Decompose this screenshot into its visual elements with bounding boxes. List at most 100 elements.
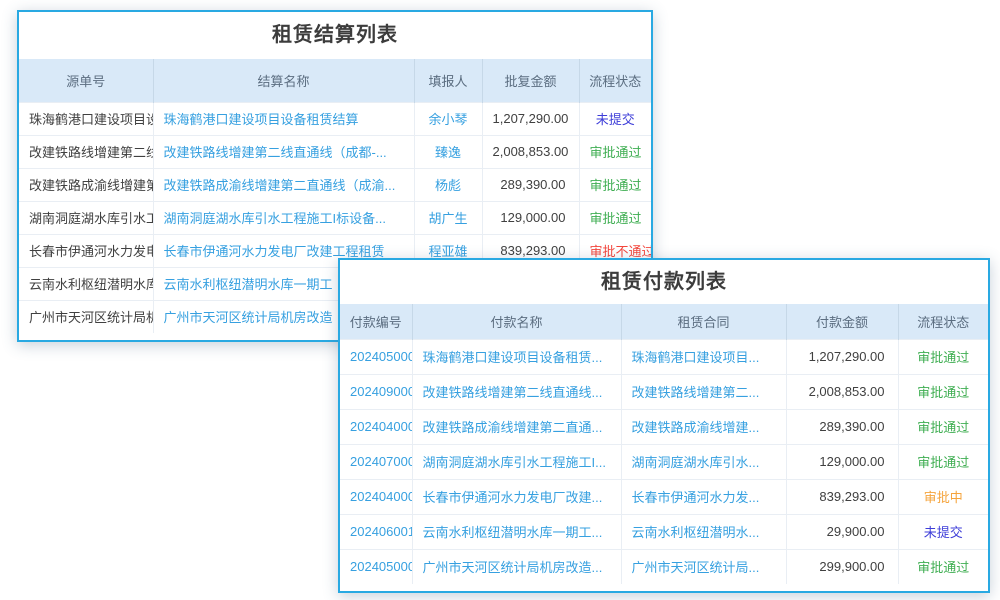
table-row: 2024070009 湖南洞庭湖水库引水工程施工I... 湖南洞庭湖水库引水... 1…: [340, 444, 988, 479]
cell-filler: 胡广生: [414, 201, 482, 234]
cell-payment-no: 2024050008: [340, 339, 412, 374]
settlement-table-head: 源单号结算名称填报人批复金额流程状态: [19, 59, 651, 102]
header-row: 付款编号付款名称租赁合同付款金额流程状态: [340, 304, 988, 339]
payment-no-link[interactable]: 2024040006: [350, 489, 412, 504]
cell-payment-name: 云南水利枢纽潜明水库一期工...: [412, 514, 621, 549]
payment-name-link[interactable]: 湖南洞庭湖水库引水工程施工I...: [423, 455, 606, 470]
settlement-name-link[interactable]: 珠海鹤港口建设项目设备租赁结算: [164, 112, 359, 127]
cell-payment-amount: 839,293.00: [786, 479, 898, 514]
lease-contract-link[interactable]: 湖南洞庭湖水库引水...: [632, 455, 760, 470]
settlement-name-link[interactable]: 湖南洞庭湖水库引水工程施工I标设备...: [164, 211, 386, 226]
cell-settlement-name: 珠海鹤港口建设项目设备租赁结算: [153, 102, 414, 135]
cell-source-no: 云南水利枢纽潜明水库一...: [19, 267, 153, 300]
payment-no-link[interactable]: 2024050008: [350, 349, 412, 364]
settlement-name-link[interactable]: 改建铁路成渝线增建第二直通线（成渝...: [164, 178, 396, 193]
cell-payment-amount: 129,000.00: [786, 444, 898, 479]
payment-no-link[interactable]: 2024090003: [350, 384, 412, 399]
cell-lease-contract: 长春市伊通河水力发...: [621, 479, 786, 514]
cell-lease-contract: 改建铁路成渝线增建...: [621, 409, 786, 444]
cell-payment-no: 2024040007: [340, 409, 412, 444]
table-row: 2024040006 长春市伊通河水力发电厂改建... 长春市伊通河水力发... 83…: [340, 479, 988, 514]
cell-flow-status: 审批通过: [898, 339, 988, 374]
cell-lease-contract: 珠海鹤港口建设项目...: [621, 339, 786, 374]
column-header-payment-no: 付款编号: [340, 304, 412, 339]
cell-payment-amount: 29,900.00: [786, 514, 898, 549]
cell-approved-amount: 1,207,290.00: [482, 102, 579, 135]
cell-source-no: 广州市天河区统计局机房...: [19, 300, 153, 333]
cell-lease-contract: 改建铁路线增建第二...: [621, 374, 786, 409]
filler-link[interactable]: 程亚雄: [428, 244, 467, 259]
lease-contract-link[interactable]: 云南水利枢纽潜明水...: [632, 525, 760, 540]
column-header-settlement-name: 结算名称: [153, 59, 414, 102]
filler-link[interactable]: 杨彪: [435, 178, 461, 193]
cell-flow-status: 审批通过: [579, 201, 651, 234]
header-row: 源单号结算名称填报人批复金额流程状态: [19, 59, 651, 102]
cell-flow-status: 审批通过: [579, 168, 651, 201]
table-row: 改建铁路线增建第二线直... 改建铁路线增建第二线直通线（成都-... 臻逸 2,00…: [19, 135, 651, 168]
cell-payment-name: 长春市伊通河水力发电厂改建...: [412, 479, 621, 514]
cell-flow-status: 审批通过: [898, 409, 988, 444]
cell-filler: 臻逸: [414, 135, 482, 168]
lease-contract-link[interactable]: 珠海鹤港口建设项目...: [632, 350, 760, 365]
filler-link[interactable]: 胡广生: [428, 211, 467, 226]
cell-payment-name: 珠海鹤港口建设项目设备租赁...: [412, 339, 621, 374]
payment-table: 付款编号付款名称租赁合同付款金额流程状态 2024050008 珠海鹤港口建设项目…: [340, 304, 988, 584]
lease-contract-link[interactable]: 改建铁路线增建第二...: [632, 385, 760, 400]
cell-approved-amount: 289,390.00: [482, 168, 579, 201]
payment-table-body: 2024050008 珠海鹤港口建设项目设备租赁... 珠海鹤港口建设项目... 1,…: [340, 339, 988, 584]
cell-lease-contract: 湖南洞庭湖水库引水...: [621, 444, 786, 479]
settlement-name-link[interactable]: 长春市伊通河水力发电厂改建工程租赁: [164, 244, 385, 259]
cell-lease-contract: 广州市天河区统计局...: [621, 549, 786, 584]
cell-payment-no: 2024050007: [340, 549, 412, 584]
cell-source-no: 珠海鹤港口建设项目设备...: [19, 102, 153, 135]
cell-payment-amount: 299,900.00: [786, 549, 898, 584]
cell-payment-amount: 2,008,853.00: [786, 374, 898, 409]
filler-link[interactable]: 余小琴: [428, 112, 467, 127]
payment-name-link[interactable]: 长春市伊通河水力发电厂改建...: [423, 490, 603, 505]
cell-flow-status: 未提交: [579, 102, 651, 135]
cell-settlement-name: 改建铁路成渝线增建第二直通线（成渝...: [153, 168, 414, 201]
column-header-filler: 填报人: [414, 59, 482, 102]
column-header-flow-status: 流程状态: [898, 304, 988, 339]
lease-contract-link[interactable]: 长春市伊通河水力发...: [632, 490, 760, 505]
column-header-approved-amount: 批复金额: [482, 59, 579, 102]
payment-name-link[interactable]: 广州市天河区统计局机房改造...: [423, 560, 603, 575]
cell-payment-name: 改建铁路线增建第二线直通线...: [412, 374, 621, 409]
table-row: 2024050007 广州市天河区统计局机房改造... 广州市天河区统计局... 29…: [340, 549, 988, 584]
payment-no-link[interactable]: 2024060010: [350, 524, 412, 539]
cell-approved-amount: 129,000.00: [482, 201, 579, 234]
settlement-name-link[interactable]: 改建铁路线增建第二线直通线（成都-...: [164, 145, 387, 160]
lease-contract-link[interactable]: 广州市天河区统计局...: [632, 560, 760, 575]
settlement-name-link[interactable]: 广州市天河区统计局机房改造: [164, 310, 333, 325]
payment-name-link[interactable]: 改建铁路线增建第二线直通线...: [423, 385, 603, 400]
cell-payment-no: 2024040006: [340, 479, 412, 514]
column-header-source-no: 源单号: [19, 59, 153, 102]
cell-flow-status: 审批中: [898, 479, 988, 514]
payment-no-link[interactable]: 2024070009: [350, 454, 412, 469]
cell-lease-contract: 云南水利枢纽潜明水...: [621, 514, 786, 549]
payment-no-link[interactable]: 2024050007: [350, 559, 412, 574]
settlement-name-link[interactable]: 云南水利枢纽潜明水库一期工: [164, 277, 333, 292]
cell-flow-status: 审批通过: [579, 135, 651, 168]
column-header-payment-name: 付款名称: [412, 304, 621, 339]
cell-source-no: 改建铁路线增建第二线直...: [19, 135, 153, 168]
column-header-lease-contract: 租赁合同: [621, 304, 786, 339]
cell-payment-no: 2024060010: [340, 514, 412, 549]
table-row: 2024050008 珠海鹤港口建设项目设备租赁... 珠海鹤港口建设项目... 1,…: [340, 339, 988, 374]
settlement-list-title: 租赁结算列表: [19, 12, 651, 59]
cell-settlement-name: 改建铁路线增建第二线直通线（成都-...: [153, 135, 414, 168]
payment-name-link[interactable]: 珠海鹤港口建设项目设备租赁...: [423, 350, 603, 365]
filler-link[interactable]: 臻逸: [435, 145, 461, 160]
table-row: 2024060010 云南水利枢纽潜明水库一期工... 云南水利枢纽潜明水... 29…: [340, 514, 988, 549]
cell-flow-status: 未提交: [898, 514, 988, 549]
cell-payment-no: 2024090003: [340, 374, 412, 409]
payment-name-link[interactable]: 云南水利枢纽潜明水库一期工...: [423, 525, 603, 540]
cell-approved-amount: 2,008,853.00: [482, 135, 579, 168]
column-header-flow-status: 流程状态: [579, 59, 651, 102]
cell-source-no: 长春市伊通河水力发电厂...: [19, 234, 153, 267]
payment-name-link[interactable]: 改建铁路成渝线增建第二直通...: [423, 420, 603, 435]
payment-no-link[interactable]: 2024040007: [350, 419, 412, 434]
cell-payment-amount: 1,207,290.00: [786, 339, 898, 374]
payment-list-panel: 租赁付款列表 付款编号付款名称租赁合同付款金额流程状态 2024050008珠海…: [338, 258, 990, 593]
lease-contract-link[interactable]: 改建铁路成渝线增建...: [632, 420, 760, 435]
